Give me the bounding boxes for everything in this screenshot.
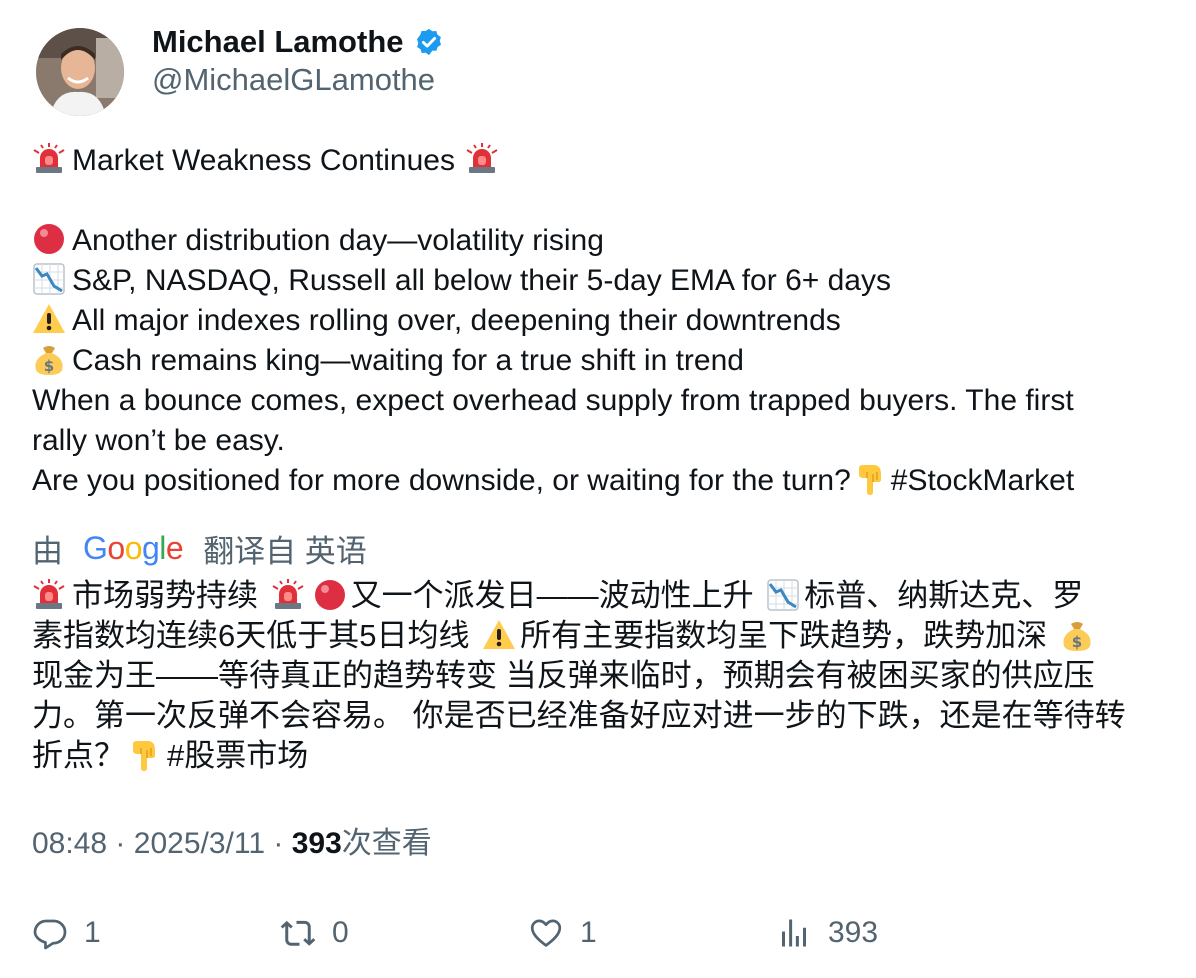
bullet-text: All major indexes rolling over, deepenin… [72, 304, 841, 337]
translated-hashtag-link[interactable]: #股票市场 [167, 738, 308, 773]
author-display-name[interactable]: Michael Lamothe [152, 24, 404, 60]
translation-attribution[interactable]: 由 Google 翻译自 英语 [32, 526, 367, 570]
views-label: 次查看 [341, 827, 432, 860]
action-bar: 1 0 1 393 [32, 910, 1172, 956]
bullet-text: Cash remains king—waiting for a true shi… [72, 344, 744, 377]
pointing-down-icon [853, 462, 887, 496]
warning-icon [482, 618, 516, 652]
pointing-down-icon [127, 738, 161, 772]
tweet-date[interactable]: 2025/3/11 [134, 827, 265, 860]
tweet: Michael Lamothe @MichaelGLamothe Market … [0, 0, 1196, 978]
google-logo: Google [83, 529, 184, 566]
siren-icon [465, 142, 499, 176]
tweet-paragraph-1-cont: rally won’t be easy. [32, 424, 285, 457]
translation-suffix: 翻译自 英语 [203, 533, 367, 569]
siren-icon [271, 578, 305, 612]
warning-icon [32, 302, 66, 336]
avatar-image [36, 28, 124, 116]
views-action-count: 393 [828, 916, 879, 949]
translated-bullet: 所有主要指数均呈下跌趋势，跌势加深 [520, 618, 1048, 653]
heart-icon [530, 919, 562, 947]
like-button[interactable]: 1 [528, 910, 597, 956]
bullet-text: Another distribution day—volatility risi… [72, 224, 604, 257]
svg-text:$: $ [44, 357, 54, 375]
verified-badge-icon [414, 27, 444, 57]
translated-bullet: 又一个派发日——波动性上升 [350, 578, 754, 613]
translated-text: 市场弱势持续 又一个派发日——波动性上升 标普、纳斯达克、罗 素指数均连续6天低… [32, 576, 1172, 776]
translated-line: 现金为王——等待真正的趋势转变 当反弹来临时，预期会有被困买家的供应压 [32, 658, 1095, 693]
red-circle-icon [313, 578, 347, 612]
tweet-time[interactable]: 08:48 [32, 827, 107, 860]
analytics-icon [782, 919, 806, 947]
reply-count: 1 [84, 916, 101, 949]
bullet-line: Another distribution day—volatility risi… [32, 221, 1172, 261]
tweet-meta: 08:48 · 2025/3/11 · 393次查看 [32, 824, 432, 864]
views-button[interactable]: 393 [776, 910, 878, 956]
avatar[interactable] [36, 28, 124, 116]
translated-bullet: 素指数均连续6天低于其5日均线 [32, 618, 470, 653]
translated-question: 折点？ [32, 738, 125, 773]
translated-title: 市场弱势持续 [72, 578, 258, 613]
tweet-bullets: Another distribution day—volatility risi… [32, 221, 1172, 501]
money-bag-icon: $ [1060, 618, 1094, 652]
translated-bullet: 标普、纳斯达克、罗 [804, 578, 1084, 613]
meta-separator: · [115, 827, 126, 860]
bullet-line: S&P, NASDAQ, Russell all below their 5-d… [32, 261, 1172, 301]
bullet-line: $ Cash remains king—waiting for a true s… [32, 341, 1172, 381]
author-handle[interactable]: @MichaelGLamothe [152, 62, 435, 98]
repost-button[interactable]: 0 [280, 910, 349, 956]
red-circle-icon [32, 222, 66, 256]
views-count: 393 [291, 827, 342, 860]
repost-count: 0 [332, 916, 349, 949]
tweet-title-line: Market Weakness Continues [32, 141, 1172, 181]
chart-decreasing-icon [32, 262, 66, 296]
money-bag-icon: $ [32, 342, 66, 376]
hashtag-link[interactable]: #StockMarket [891, 464, 1074, 497]
author-name-row[interactable]: Michael Lamothe [152, 22, 444, 62]
tweet-paragraph-1: When a bounce comes, expect overhead sup… [32, 384, 1074, 417]
reply-icon [33, 919, 67, 950]
like-count: 1 [580, 916, 597, 949]
tweet-question: Are you positioned for more downside, or… [32, 464, 851, 497]
bullet-text: S&P, NASDAQ, Russell all below their 5-d… [72, 264, 891, 297]
svg-text:$: $ [1072, 633, 1082, 651]
reply-button[interactable]: 1 [32, 910, 101, 956]
repost-icon [280, 920, 316, 946]
translation-prefix: 由 [32, 533, 63, 569]
bullet-line: All major indexes rolling over, deepenin… [32, 301, 1172, 341]
chart-decreasing-icon [766, 578, 800, 612]
tweet-paragraph-2: Are you positioned for more downside, or… [32, 461, 1172, 501]
meta-separator: · [273, 827, 284, 860]
siren-icon [32, 578, 66, 612]
translated-line: 力。第一次反弹不会容易。 你是否已经准备好应对进一步的下跌，还是在等待转 [32, 698, 1126, 733]
siren-icon [32, 142, 66, 176]
tweet-title: Market Weakness Continues [72, 144, 455, 177]
